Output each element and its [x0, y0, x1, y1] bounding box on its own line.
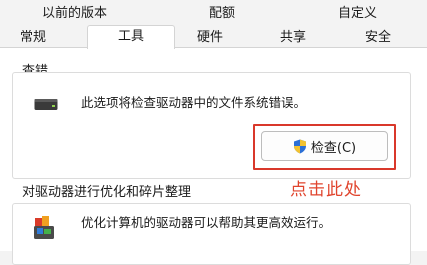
drive-icon	[34, 96, 58, 115]
tab-row-top: 以前的版本 配额 自定义	[0, 0, 427, 25]
optimize-group	[12, 203, 411, 265]
annotation-click-here: 点击此处	[290, 180, 362, 200]
tab-customize[interactable]: 自定义	[338, 4, 377, 24]
shield-icon	[293, 139, 307, 154]
error-check-description: 此选项将检查驱动器中的文件系统错误。	[81, 95, 307, 110]
optimize-description: 优化计算机的驱动器可以帮助其更高效运行。	[81, 215, 332, 230]
tab-general[interactable]: 常规	[20, 28, 46, 48]
tab-tools[interactable]: 工具	[87, 25, 175, 49]
defrag-icon	[31, 214, 57, 244]
tab-previous-versions[interactable]: 以前的版本	[42, 4, 107, 24]
tab-security[interactable]: 安全	[365, 28, 391, 48]
check-button[interactable]: 检查(C)	[261, 131, 388, 161]
tab-quota[interactable]: 配额	[209, 4, 235, 24]
tab-sharing[interactable]: 共享	[280, 28, 306, 48]
tab-row-bottom: 常规 工具 硬件 共享 安全	[0, 25, 427, 49]
optimize-title: 对驱动器进行优化和碎片整理	[22, 185, 192, 200]
tab-hardware[interactable]: 硬件	[197, 28, 223, 48]
check-button-label: 检查(C)	[310, 140, 357, 156]
